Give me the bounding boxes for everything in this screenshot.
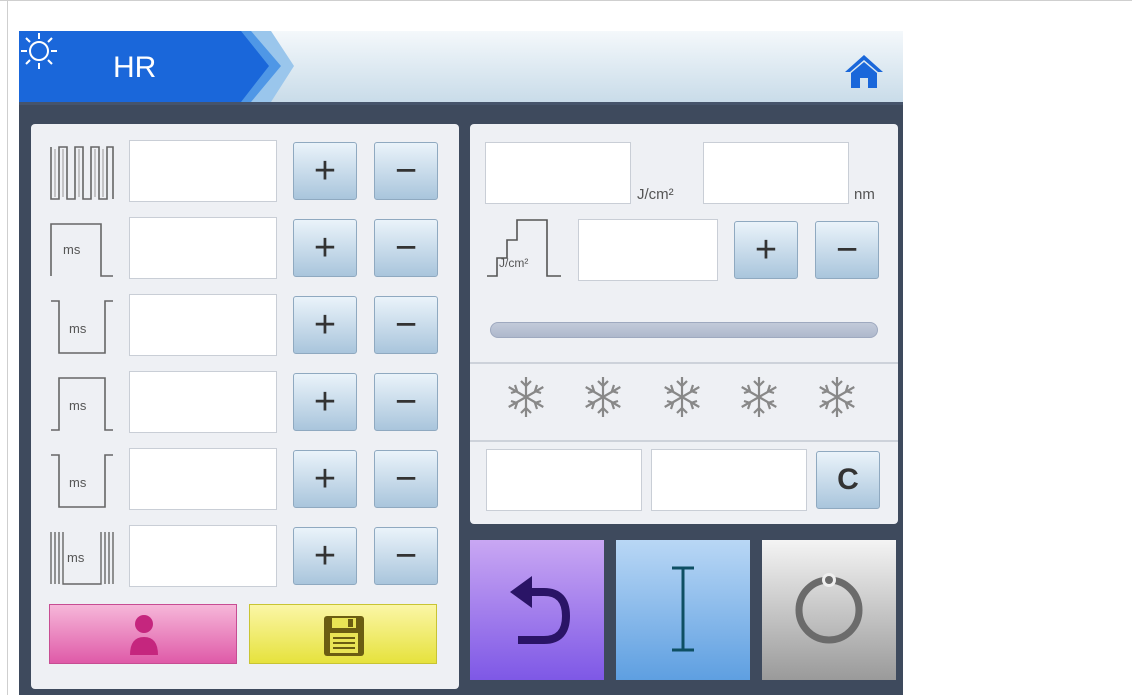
pulse-delay-field[interactable] [129,217,277,279]
counter-field-a [486,449,642,511]
snowflake-icon[interactable] [659,374,705,420]
minus-label: − [835,229,859,271]
fluence-step-unit: J/cm² [499,256,529,270]
pulse-width-row: ms + − [31,294,459,356]
power-button[interactable] [762,540,896,680]
snowflake-icon[interactable] [736,374,782,420]
pulse-train-icon [49,145,115,201]
plus-label: + [313,381,337,423]
pulse-fall-plus-button[interactable]: + [293,450,357,508]
ms-unit-label: ms [63,242,81,257]
pulse-interval-row: ms + − [31,525,459,587]
pulse-width-field[interactable] [129,294,277,356]
fluence-step-icon: J/cm² [485,216,563,278]
i-beam-icon [672,566,694,652]
pulse-count-minus-button[interactable]: − [374,142,438,200]
pulse-fall-minus-button[interactable]: − [374,450,438,508]
pulse-rise-minus-button[interactable]: − [374,373,438,431]
clear-label: C [837,463,859,496]
pulse-width-plus-button[interactable]: + [293,296,357,354]
plus-label: + [313,458,337,500]
ms-unit-label: ms [69,398,87,413]
ms-unit-label: ms [67,550,85,565]
header-bar: HR [19,31,903,105]
undo-button[interactable] [470,540,604,680]
pulse-interval-minus-button[interactable]: − [374,527,438,585]
plus-label: + [313,304,337,346]
pulse-rise-field[interactable] [129,371,277,433]
ready-button[interactable] [616,540,750,680]
fluence-step-plus-button[interactable]: + [734,221,798,279]
frame-line [0,0,1132,1]
pulse-rise-icon: ms [49,376,115,432]
divider [470,362,898,364]
counter-field-b [651,449,807,511]
pulse-interval-plus-button[interactable]: + [293,527,357,585]
wavelength-field[interactable] [703,142,849,204]
fluence-step-minus-button[interactable]: − [815,221,879,279]
fluence-field[interactable] [485,142,631,204]
fluence-unit: J/cm² [637,186,674,203]
frame-line [7,0,8,695]
minus-label: − [394,381,418,423]
wavelength-unit: nm [854,186,875,203]
snowflake-icon[interactable] [503,374,549,420]
fluence-step-field[interactable] [578,219,718,281]
sun-icon [21,33,57,69]
floppy-disk-icon [324,616,364,656]
mode-tab[interactable]: HR [19,31,299,102]
energy-panel: J/cm² nm J/cm² + − C [470,124,898,524]
pulse-fall-field[interactable] [129,448,277,510]
user-button[interactable] [49,604,237,664]
pulse-fall-icon: ms [49,453,115,509]
ms-unit-label: ms [69,321,87,336]
minus-label: − [394,227,418,269]
plus-label: + [754,229,778,271]
pulse-count-plus-button[interactable]: + [293,142,357,200]
progress-slider[interactable] [490,322,878,338]
device-screen: HR + − ms + − ms + − ms + − ms + − ms + … [19,31,903,695]
pulse-settings-panel: + − ms + − ms + − ms + − ms + − ms + − [31,124,459,689]
snowflake-icon[interactable] [814,374,860,420]
user-icon [130,615,158,655]
plus-label: + [313,227,337,269]
undo-arrow-icon [510,576,571,644]
minus-label: − [394,304,418,346]
home-icon[interactable] [843,51,885,91]
pulse-width-icon: ms [49,299,115,355]
pulse-rise-plus-button[interactable]: + [293,373,357,431]
divider [470,440,898,442]
pulse-count-field[interactable] [129,140,277,202]
pulse-rise-row: ms + − [31,371,459,433]
clear-counter-button[interactable]: C [816,451,880,509]
plus-label: + [313,150,337,192]
pulse-interval-icon: ms [49,530,115,586]
minus-label: − [394,150,418,192]
power-icon [795,573,863,644]
ms-unit-label: ms [69,475,87,490]
pulse-delay-plus-button[interactable]: + [293,219,357,277]
save-button[interactable] [249,604,437,664]
plus-label: + [313,535,337,577]
pulse-width-minus-button[interactable]: − [374,296,438,354]
pulse-delay-row: ms + − [31,217,459,279]
pulse-delay-icon: ms [49,222,115,278]
pulse-interval-field[interactable] [129,525,277,587]
minus-label: − [394,535,418,577]
minus-label: − [394,458,418,500]
pulse-count-row: + − [31,140,459,202]
snowflake-icon[interactable] [580,374,626,420]
pulse-delay-minus-button[interactable]: − [374,219,438,277]
pulse-fall-row: ms + − [31,448,459,510]
mode-title: HR [113,51,157,84]
